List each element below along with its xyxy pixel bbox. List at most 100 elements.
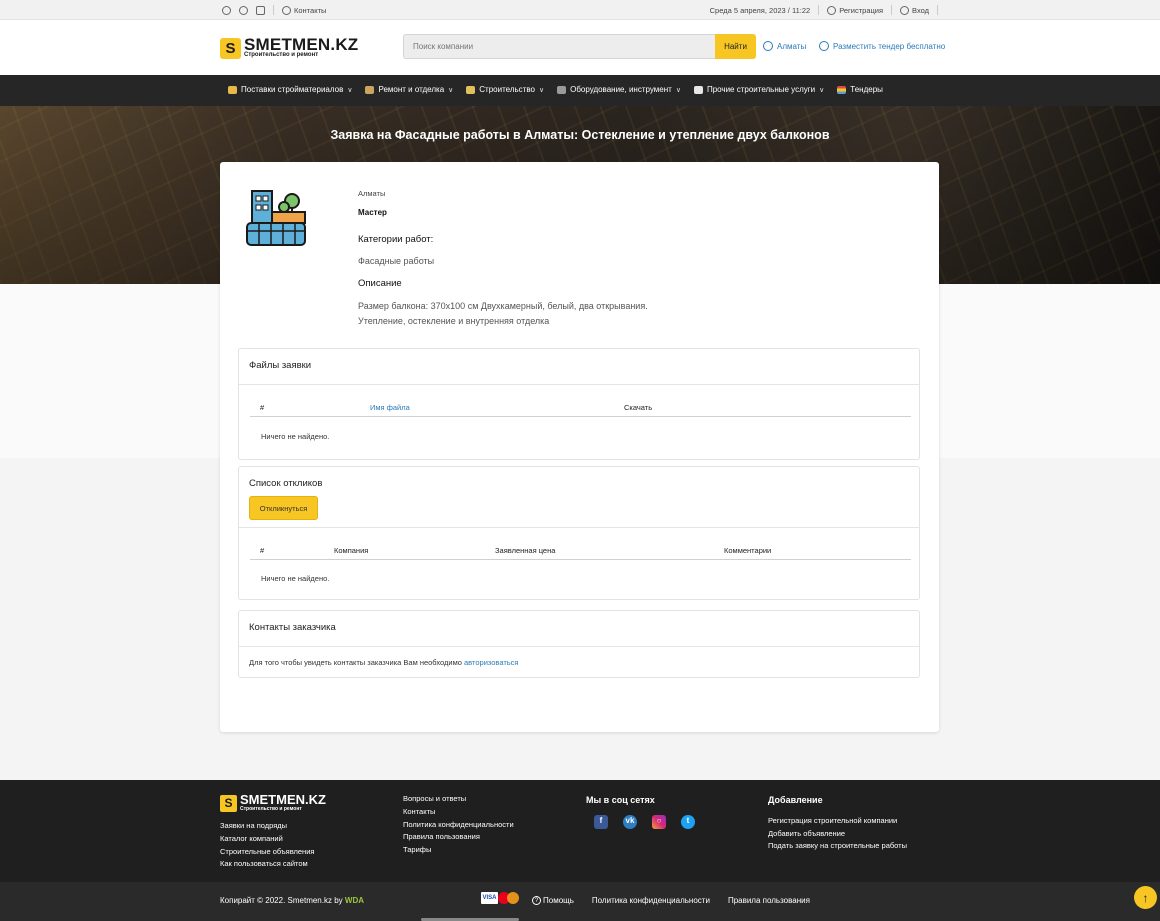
chevron-down-icon: ∨	[819, 86, 825, 94]
social-heading: Мы в соц сетях	[586, 795, 655, 805]
footer-logo[interactable]: S SMETMEN.KZ Строительство и ремонт	[220, 792, 326, 812]
site-logo[interactable]: S SMETMEN.KZ Строительство и ремонт	[220, 35, 359, 59]
chevron-down-icon: ∨	[538, 86, 545, 94]
divider	[239, 646, 919, 647]
nav-item-repair[interactable]: Ремонт и отделка ∨	[365, 85, 453, 94]
login-link[interactable]: Вход	[900, 5, 929, 15]
footer-link[interactable]: Контакты	[403, 806, 514, 819]
col-filename-sort[interactable]: Имя файла	[370, 403, 410, 412]
logo-mark: S	[220, 37, 241, 59]
respond-button[interactable]: Откликнуться	[249, 496, 318, 520]
nav-label: Строительство	[479, 85, 535, 94]
twitter-icon[interactable]: t	[681, 814, 695, 829]
contacts-notice: Для того чтобы увидеть контакты заказчик…	[249, 658, 518, 667]
description-text: Размер балкона: 370х100 см Двухкамерный,…	[358, 299, 718, 329]
bottom-bar: Копирайт © 2022. Smetmen.kz by WDA VISA …	[0, 882, 1160, 921]
search-form: Найти	[403, 34, 756, 59]
post-tender-label: Разместить тендер бесплатно	[833, 41, 946, 51]
request-info: Алматы Мастер Категории работ: Фасадные …	[358, 189, 648, 326]
nav-label: Ремонт и отделка	[378, 85, 445, 94]
nav-item-services[interactable]: Прочие строительные услуги ∨	[693, 85, 825, 94]
description-heading: Описание	[358, 278, 402, 289]
nav-item-tools[interactable]: Оборудование, инструмент ∨	[557, 85, 681, 94]
footer-link[interactable]: Заявки на подряды	[220, 820, 326, 833]
repair-icon	[365, 85, 375, 94]
header: S SMETMEN.KZ Строительство и ремонт Найт…	[0, 20, 1160, 75]
register-icon	[827, 5, 837, 15]
responses-empty: Ничего не найдено.	[261, 574, 330, 583]
col-download: Скачать	[624, 403, 653, 412]
plus-circle-icon	[819, 41, 829, 51]
post-tender-link[interactable]: Разместить тендер бесплатно	[819, 41, 945, 51]
social-links: f vk ○ t	[594, 814, 695, 829]
scroll-to-top-button[interactable]: ↑	[1134, 886, 1157, 909]
nav-item-tenders[interactable]: Тендеры	[837, 85, 883, 94]
add-heading: Добавление	[768, 795, 823, 805]
twitter-icon[interactable]	[239, 5, 248, 15]
search-input[interactable]	[403, 34, 715, 59]
divider	[239, 384, 919, 385]
logo-name: SMETMEN.KZ	[244, 35, 359, 54]
footer-link[interactable]: Добавить объявление	[768, 828, 907, 841]
search-button[interactable]: Найти	[715, 34, 756, 59]
login-label: Вход	[912, 5, 929, 15]
footer-col-social: Мы в соц сетях f vk ○ t	[586, 794, 695, 829]
responses-heading: Список откликов	[249, 478, 323, 489]
visa-icon: VISA	[481, 892, 498, 904]
description-line: Размер балкона: 370х100 см Двухкамерный,…	[358, 301, 648, 311]
request-city: Алматы	[358, 189, 386, 198]
contacts-text: Для того чтобы увидеть контакты заказчик…	[249, 658, 462, 667]
nav-item-materials[interactable]: Поставки стройматериалов ∨	[228, 85, 352, 94]
facebook-icon[interactable]: f	[594, 814, 608, 829]
logo-name: SMETMEN.KZ	[240, 792, 326, 807]
top-bar: Контакты Среда 5 апреля, 2023 / 11:22 Ре…	[0, 0, 1160, 20]
footer-link[interactable]: Тарифы	[403, 844, 514, 857]
help-label: Помощь	[543, 896, 574, 905]
footer-col-links: S SMETMEN.KZ Строительство и ремонт Заяв…	[220, 792, 326, 871]
divider	[273, 5, 274, 15]
request-role: Мастер	[358, 208, 387, 217]
category-value: Фасадные работы	[358, 256, 435, 266]
footer: S SMETMEN.KZ Строительство и ремонт Заяв…	[0, 780, 1160, 882]
privacy-link[interactable]: Политика конфиденциальности	[592, 896, 710, 905]
logo-mark: S	[220, 794, 237, 812]
col-comments: Комментарии	[724, 546, 772, 555]
vk-icon[interactable]: vk	[623, 814, 637, 829]
footer-link[interactable]: Строительные объявления	[220, 846, 326, 859]
chevron-down-icon: ∨	[675, 86, 681, 94]
nav-label: Поставки стройматериалов	[241, 85, 344, 94]
login-link[interactable]: авторизоваться	[464, 658, 518, 667]
responses-table-header: # Компания Заявленная цена Комментарии	[250, 546, 911, 560]
col-price: Заявленная цена	[495, 546, 556, 555]
categories-heading: Категории работ:	[358, 234, 434, 245]
facebook-icon[interactable]	[222, 5, 231, 15]
footer-link[interactable]: Каталог компаний	[220, 833, 326, 846]
copyright-text: Копирайт © 2022. Smetmen.kz by	[220, 896, 343, 905]
footer-link[interactable]: Как пользоваться сайтом	[220, 858, 326, 871]
city-selector[interactable]: Алматы	[763, 41, 806, 51]
help-link[interactable]: ? Помощь	[532, 896, 574, 905]
footer-link[interactable]: Вопросы и ответы	[403, 793, 514, 806]
construction-icon	[466, 85, 476, 94]
payment-icons: VISA	[481, 892, 522, 904]
rules-link[interactable]: Правила пользования	[728, 896, 810, 905]
instagram-icon[interactable]: ○	[652, 814, 666, 829]
col-number: #	[260, 546, 265, 555]
register-link[interactable]: Регистрация	[827, 5, 883, 15]
footer-link[interactable]: Подать заявку на строительные работы	[768, 840, 907, 853]
datetime: Среда 5 апреля, 2023 / 11:22	[709, 5, 811, 15]
files-empty: Ничего не найдено.	[261, 432, 330, 441]
developer-link[interactable]: WDA	[345, 896, 364, 905]
nav-item-construction[interactable]: Строительство ∨	[466, 85, 544, 94]
contacts-heading: Контакты заказчика	[249, 622, 336, 633]
footer-link[interactable]: Регистрация строительной компании	[768, 815, 907, 828]
globe-icon	[282, 5, 291, 15]
contacts-link[interactable]: Контакты	[282, 5, 326, 15]
col-company: Компания	[334, 546, 369, 555]
files-panel: Файлы заявки # Имя файла Скачать Ничего …	[238, 348, 920, 460]
chevron-down-icon: ∨	[448, 86, 454, 94]
footer-link[interactable]: Правила пользования	[403, 831, 514, 844]
footer-link[interactable]: Политика конфиденциальности	[403, 819, 514, 832]
materials-icon	[228, 85, 237, 94]
instagram-icon[interactable]	[256, 5, 265, 15]
